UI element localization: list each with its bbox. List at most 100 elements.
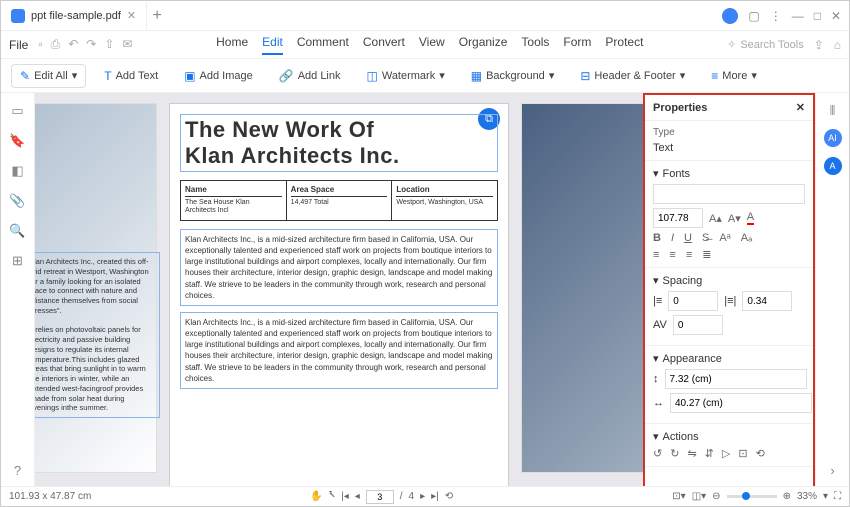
grid-icon[interactable]: ⊞ [12,253,23,269]
font-family-input[interactable] [653,184,805,204]
document-tab[interactable]: ppt file-sample.pdf ✕ [1,2,147,30]
add-image-button[interactable]: ▣ Add Image [176,65,261,87]
zoom-slider[interactable] [727,495,777,498]
kebab-menu-icon[interactable]: ⋮ [770,9,782,23]
italic-icon[interactable]: I [671,232,674,244]
left-textbox[interactable]: Klan Architects Inc., created this off-g… [35,252,160,418]
search-tools[interactable]: ✧ Search Tools [727,38,804,51]
next-page-icon[interactable]: ▸ [420,491,425,502]
bookmarks-icon[interactable]: 🔖 [9,133,25,149]
maximize-button[interactable]: □ [814,9,821,23]
search-icon[interactable]: 🔍 [9,223,25,239]
rotate-left-icon[interactable]: ↺ [653,447,662,460]
undo-icon[interactable]: ↶ [68,37,78,52]
page-input[interactable] [366,490,394,504]
align-right-icon[interactable]: ≡ [686,249,692,261]
save-icon[interactable]: ▫ [38,37,42,52]
actions-toggle[interactable]: ▾ Actions [653,430,805,443]
zoom-out-icon[interactable]: ⊖ [712,491,720,502]
minimize-button[interactable]: — [792,9,804,23]
new-tab-button[interactable]: + [147,7,167,25]
close-panel-icon[interactable]: ✕ [796,101,805,114]
spacing-input-1[interactable] [668,291,718,311]
flip-h-icon[interactable]: ⇋ [687,447,696,460]
underline-icon[interactable]: U [684,232,692,244]
apps-icon[interactable]: A [824,157,842,175]
fonts-toggle[interactable]: ▾ Fonts [653,167,805,180]
background-button[interactable]: ▦ Background ▾ [463,65,563,87]
document-page[interactable]: ⧉ The New Work Of Klan Architects Inc. N… [169,103,509,488]
home-icon[interactable]: ⌂ [834,38,841,52]
print-icon[interactable]: ⎙ [51,37,61,52]
fit-width-icon[interactable]: ⊡▾ [672,491,685,502]
header-footer-button[interactable]: ⊟ Header & Footer ▾ [572,65,693,87]
mail-icon[interactable]: ✉ [122,37,132,52]
select-tool-icon[interactable]: ⭶ [329,488,335,505]
increase-font-icon[interactable]: A▴ [709,212,722,225]
first-page-icon[interactable]: |◂ [341,491,349,502]
help-icon[interactable]: ? [14,463,21,478]
font-color-icon[interactable]: A [747,211,754,225]
rotate-right-icon[interactable]: ↻ [670,447,679,460]
attachments-icon[interactable]: 📎 [9,193,25,209]
tab-form[interactable]: Form [563,35,591,55]
doc-paragraph-1[interactable]: Klan Architects Inc., is a mid-sized arc… [180,229,498,306]
zoom-dropdown-icon[interactable]: ▾ [823,491,828,502]
align-justify-icon[interactable]: ≣ [702,248,711,261]
hand-tool-icon[interactable]: ✋ [310,491,322,502]
redo-icon[interactable]: ↷ [86,37,96,52]
width-input[interactable] [670,393,812,413]
chevron-right-icon[interactable]: › [830,463,834,478]
spacing-input-2[interactable] [742,291,792,311]
close-tab-icon[interactable]: ✕ [127,9,136,22]
file-menu[interactable]: File [9,38,28,52]
replace-icon[interactable]: ⟲ [756,447,765,460]
bold-icon[interactable]: B [653,232,661,244]
ai-assistant-icon[interactable]: AI [824,129,842,147]
reflow-icon[interactable]: ⟲ [445,491,453,502]
font-size-input[interactable] [653,208,703,228]
share-icon[interactable]: ⇧ [104,37,114,52]
thumbnails-icon[interactable]: ▭ [11,103,23,119]
add-text-button[interactable]: T Add Text [96,65,166,87]
fit-page-icon[interactable]: ◫▾ [692,491,706,502]
tab-comment[interactable]: Comment [297,35,349,55]
subscript-icon[interactable]: Aₐ [741,232,752,244]
prev-page-icon[interactable]: ◂ [355,491,360,502]
sliders-icon[interactable]: ⫴ [830,103,835,119]
height-input[interactable] [665,369,807,389]
doc-title-selection[interactable]: The New Work Of Klan Architects Inc. [180,114,498,172]
tab-tools[interactable]: Tools [521,35,549,55]
align-center-icon[interactable]: ≡ [669,249,675,261]
last-page-icon[interactable]: ▸| [431,491,439,502]
doc-paragraph-2[interactable]: Klan Architects Inc., is a mid-sized arc… [180,312,498,389]
align-left-icon[interactable]: ≡ [653,249,659,261]
layers-icon[interactable]: ◧ [11,163,23,179]
zoom-in-icon[interactable]: ⊕ [783,491,791,502]
extract-icon[interactable]: ▷ [722,447,730,460]
close-window-button[interactable]: ✕ [831,9,841,23]
appearance-toggle[interactable]: ▾ Appearance [653,352,805,365]
superscript-icon[interactable]: Aᵃ [719,232,730,244]
tab-edit[interactable]: Edit [262,35,283,55]
document-canvas[interactable]: Klan Architects Inc., created this off-g… [35,93,643,488]
tab-convert[interactable]: Convert [363,35,405,55]
tab-view[interactable]: View [419,35,445,55]
flip-v-icon[interactable]: ⇵ [705,447,714,460]
tab-protect[interactable]: Protect [605,35,643,55]
watermark-button[interactable]: ◫ Watermark ▾ [359,65,453,87]
user-avatar-icon[interactable] [722,8,738,24]
decrease-font-icon[interactable]: A▾ [728,212,741,225]
crop-icon[interactable]: ⊡ [738,447,747,460]
spacing-input-3[interactable] [673,315,723,335]
fullscreen-icon[interactable]: ⛶ [834,491,841,502]
spacing-toggle[interactable]: ▾ Spacing [653,274,805,287]
more-button[interactable]: ≡ More ▾ [703,65,765,87]
tab-organize[interactable]: Organize [459,35,508,55]
panel-icon[interactable]: ▢ [748,9,759,23]
add-link-button[interactable]: 🔗 Add Link [271,65,349,87]
strikethrough-icon[interactable]: S̶ [702,232,709,244]
upload-icon[interactable]: ⇪ [814,38,824,52]
edit-all-button[interactable]: ✎ Edit All ▾ [11,64,86,88]
tab-home[interactable]: Home [216,35,248,55]
